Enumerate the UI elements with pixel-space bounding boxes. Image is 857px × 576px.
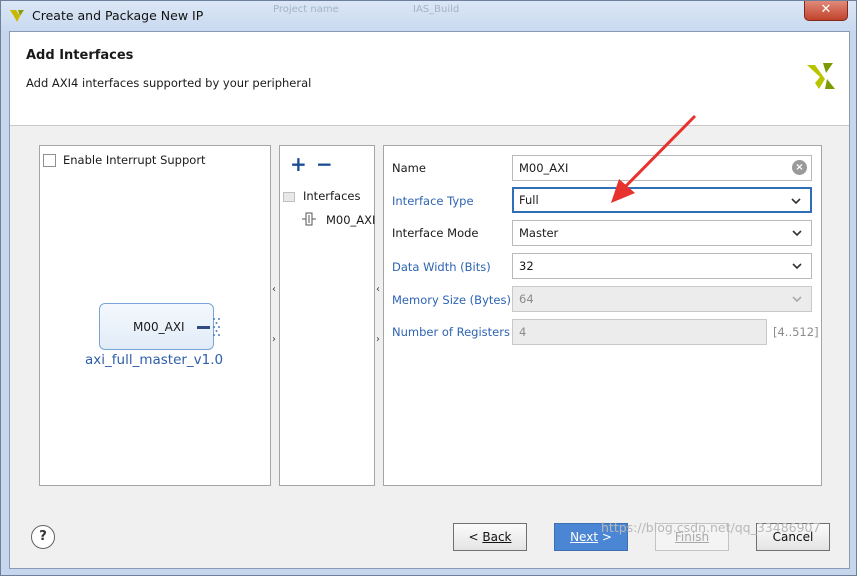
interrupt-option[interactable]: Enable Interrupt Support (43, 153, 206, 167)
page-title: Add Interfaces (26, 48, 134, 63)
page-header: Add Interfaces Add AXI4 interfaces suppo… (10, 32, 849, 126)
annotation-arrow-icon (611, 114, 697, 203)
dialog-window: Create and Package New IP Project name I… (0, 0, 857, 576)
close-button[interactable]: ✕ (804, 1, 848, 21)
folder-icon (283, 192, 295, 202)
page-subtitle: Add AXI4 interfaces supported by your pe… (26, 76, 312, 90)
registers-range: [4..512] (773, 325, 819, 339)
interface-icon (302, 212, 316, 226)
interface-mode-label: Interface Mode (392, 226, 479, 240)
interface-mode-select[interactable]: Master (512, 220, 812, 246)
chevron-down-icon (792, 230, 802, 237)
chevron-down-icon (791, 198, 801, 205)
watermark: https://blog.csdn.net/qq_33486907 (601, 520, 821, 535)
interface-type-value: Full (519, 193, 539, 207)
data-width-label[interactable]: Data Width (Bits) (392, 260, 491, 274)
bus-pin-icon (213, 318, 220, 336)
tree-folder-label[interactable]: Interfaces (303, 189, 360, 203)
tree-item-m00-axi[interactable]: M00_AXI (326, 213, 375, 227)
ip-preview-panel: Enable Interrupt Support M00_AXI axi_ful… (39, 145, 271, 486)
ip-name-label: axi_full_master_v1.0 (85, 352, 224, 368)
interface-type-label[interactable]: Interface Type (392, 194, 474, 208)
back-prefix: < (468, 530, 483, 544)
name-label: Name (392, 161, 426, 175)
back-label: Back (482, 530, 512, 544)
chevron-down-icon (792, 296, 802, 303)
dialog-body: Add Interfaces Add AXI4 interfaces suppo… (9, 31, 850, 569)
expand-right-icon[interactable]: › (272, 334, 276, 345)
background-tab-label: IAS_Build (413, 4, 460, 15)
interrupt-checkbox[interactable] (43, 153, 56, 167)
interrupt-label: Enable Interrupt Support (63, 153, 206, 167)
expand-right-icon[interactable]: › (376, 334, 380, 345)
ip-port-label: M00_AXI (133, 320, 185, 334)
add-interface-button[interactable]: + (290, 154, 307, 174)
ip-block: M00_AXI (99, 303, 220, 350)
chevron-down-icon (792, 263, 802, 270)
interfaces-panel: + − Interfaces M00_AXI (279, 145, 375, 486)
data-width-value: 32 (519, 259, 534, 273)
interface-mode-value: Master (519, 226, 559, 240)
back-button[interactable]: < Back (453, 523, 527, 551)
memory-size-value: 64 (519, 292, 534, 306)
memory-size-select: 64 (512, 286, 812, 312)
help-button[interactable]: ? (31, 525, 55, 549)
next-label: Next (570, 530, 599, 544)
title-bar: Create and Package New IP Project name I… (1, 1, 856, 31)
name-value: M00_AXI (519, 161, 569, 175)
remove-interface-button[interactable]: − (316, 154, 333, 174)
xilinx-logo-icon (807, 63, 835, 89)
num-registers-label[interactable]: Number of Registers (392, 325, 510, 339)
collapse-left-icon[interactable]: ‹ (272, 284, 276, 295)
clear-icon[interactable]: × (792, 160, 807, 175)
ip-port-connector (197, 326, 210, 329)
vivado-logo-icon (10, 10, 24, 22)
background-tab-label: Project name (273, 4, 339, 15)
num-registers-value: 4 (519, 325, 527, 339)
num-registers-field: 4 (512, 319, 767, 345)
data-width-select[interactable]: 32 (512, 253, 812, 279)
window-title: Create and Package New IP (32, 8, 204, 23)
collapse-left-icon[interactable]: ‹ (376, 284, 380, 295)
memory-size-label[interactable]: Memory Size (Bytes) (392, 293, 511, 307)
